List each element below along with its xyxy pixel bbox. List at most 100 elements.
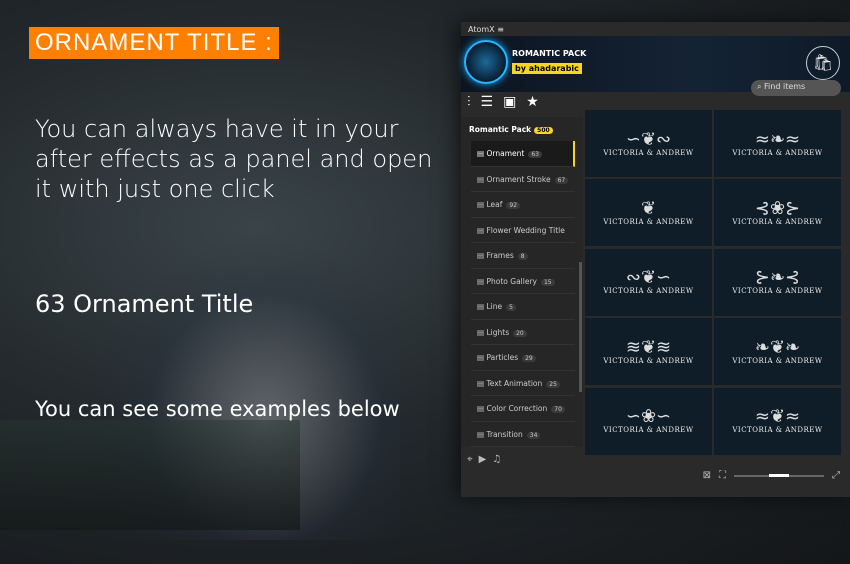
item-count: 67: [554, 176, 569, 184]
app-name: AtomX: [468, 25, 495, 34]
ornament-item[interactable]: ≋❦≋ VICTORIA & ANDREW: [585, 318, 712, 386]
item-count: 29: [522, 355, 536, 362]
sidebar-item-label: Color Correction: [486, 404, 548, 413]
atom-logo-icon: [464, 40, 508, 84]
sidebar-item[interactable]: ▤ Photo Gallery 15: [471, 269, 575, 294]
menu-icon[interactable]: ≡: [497, 25, 504, 34]
item-count: 63: [528, 151, 542, 158]
ornament-graphic: ≈❦≈: [754, 406, 801, 428]
item-text: VICTORIA & ANDREW: [732, 148, 823, 157]
ornament-graphic: ∽❦∾: [625, 128, 672, 150]
atomx-panel: AtomX ≡ ROMANTIC PACK by ahadarabic 🛍 ⌕ …: [461, 22, 850, 497]
target-icon[interactable]: ⌖: [467, 454, 473, 465]
category-sidebar: Romantic Pack 500 ▤ Ornament 63 ▤ Ornament …: [461, 117, 583, 447]
file-icon: ▤: [477, 174, 485, 184]
shop-bag-icon[interactable]: 🛍: [806, 46, 840, 80]
toolbar: ⫶ ☰ ▣ ★: [467, 94, 539, 110]
sidebar-item[interactable]: ▤ Leaf 92: [471, 192, 575, 218]
file-icon: ▤: [477, 302, 485, 311]
size-slider[interactable]: [734, 473, 824, 477]
item-text: VICTORIA & ANDREW: [732, 356, 823, 365]
item-count: 5: [506, 304, 516, 311]
ornament-item[interactable]: ∽❦∾ VICTORIA & ANDREW: [585, 110, 712, 177]
bottom-left-icons: ⌖ ▶ ♫: [467, 454, 501, 465]
item-text: VICTORIA & ANDREW: [603, 426, 694, 435]
file-icon: ▤: [477, 251, 485, 260]
description: You can always have it in your after eff…: [35, 115, 433, 203]
heading: ORNAMENT TITLE :: [29, 27, 279, 59]
ornament-graphic: ≋❦≋: [625, 336, 672, 358]
ornament-graphic: ∽❀∽: [625, 406, 672, 428]
sliders-icon[interactable]: ⫶: [467, 94, 471, 110]
sidebar-item[interactable]: ▤ Particles 29: [471, 345, 575, 371]
sidebar-item[interactable]: ▤ Color Correction 70: [471, 396, 575, 422]
item-count: 70: [551, 406, 565, 413]
sidebar-item-label: Transition: [486, 429, 523, 439]
ornament-graphic: ❦: [640, 197, 657, 219]
video-file-icon[interactable]: ▣: [503, 94, 516, 110]
ornament-item[interactable]: ≈❦≈ VICTORIA & ANDREW: [714, 387, 841, 455]
item-count: 20: [513, 329, 527, 337]
item-count: 34: [526, 431, 541, 439]
items-grid: ∽❦∾ VICTORIA & ANDREW ≈❧≈ VICTORIA & ANDREW…: [585, 110, 841, 455]
sidebar-item[interactable]: ▤ Ornament Stroke 67: [471, 167, 575, 192]
file-icon: ▤: [477, 149, 485, 158]
sidebar-header[interactable]: Romantic Pack 500: [461, 117, 583, 141]
sidebar-badge: 500: [534, 127, 553, 134]
expand-icon[interactable]: ⤢: [832, 470, 840, 481]
item-count: 15: [540, 278, 555, 286]
sidebar-header-label: Romantic Pack: [469, 125, 532, 134]
pack-title: ROMANTIC PACK: [512, 49, 587, 58]
sidebar-item-label: Frames: [486, 251, 514, 260]
sidebar-item[interactable]: ▤ Line 5: [471, 294, 575, 320]
sidebar-item-label: Flower Wedding Title: [486, 225, 565, 235]
item-count: 92: [506, 202, 521, 209]
file-icon: ▤: [477, 429, 485, 439]
play-icon[interactable]: ▶: [479, 454, 487, 465]
sidebar-scrollbar[interactable]: [579, 262, 582, 392]
item-text: VICTORIA & ANDREW: [732, 217, 823, 226]
sidebar-item[interactable]: ▤ Transition 34: [471, 422, 575, 447]
ornament-item[interactable]: ❦ VICTORIA & ANDREW: [585, 179, 712, 247]
ornament-item[interactable]: ∾❦∽ VICTORIA & ANDREW: [585, 248, 712, 316]
ornament-graphic: ≈❧≈: [754, 128, 801, 150]
file-icon: ▤: [477, 327, 485, 337]
file-icon: ▤: [477, 378, 485, 388]
item-text: VICTORIA & ANDREW: [732, 426, 823, 435]
sidebar-item[interactable]: ▤ Lights 20: [471, 320, 575, 345]
dock-photo: [0, 420, 300, 530]
item-text: VICTORIA & ANDREW: [603, 148, 694, 157]
ornament-item[interactable]: ⊰❀⊱ VICTORIA & ANDREW: [714, 179, 841, 247]
search-input[interactable]: ⌕ Find items: [751, 80, 841, 96]
ornament-graphic: ⊰❀⊱: [754, 197, 801, 219]
sidebar-item[interactable]: ▤ Text Animation 25: [471, 371, 575, 396]
sidebar-item[interactable]: ▤ Flower Wedding Title: [471, 218, 575, 243]
item-text: VICTORIA & ANDREW: [732, 287, 823, 296]
sidebar-item-label: Photo Gallery: [486, 276, 537, 286]
list-icon[interactable]: ☰: [481, 94, 494, 110]
ornament-item[interactable]: ❧❦❧ VICTORIA & ANDREW: [714, 318, 841, 386]
ornament-item[interactable]: ⊱❧⊰ VICTORIA & ANDREW: [714, 248, 841, 316]
item-count: 25: [546, 380, 560, 388]
examples-text: You can see some examples below: [35, 397, 400, 421]
sidebar-item[interactable]: ▤ Frames 8: [471, 243, 575, 269]
sidebar-item-label: Text Animation: [486, 378, 543, 388]
file-icon: ▤: [477, 225, 485, 235]
music-icon[interactable]: ♫: [492, 454, 501, 465]
sidebar-item-label: Line: [486, 302, 503, 311]
file-icon: ▤: [477, 404, 485, 413]
sidebar-item-label: Ornament Stroke: [486, 174, 551, 184]
ornament-graphic: ⊱❧⊰: [754, 267, 801, 289]
item-text: VICTORIA & ANDREW: [603, 356, 694, 365]
author-label: by ahadarabic: [512, 63, 582, 74]
item-count: 8: [517, 253, 528, 260]
sidebar-item[interactable]: ▤ Ornament 63: [471, 141, 575, 167]
shrink-icon[interactable]: ⊠: [703, 470, 711, 481]
ornament-item[interactable]: ∽❀∽ VICTORIA & ANDREW: [585, 387, 712, 455]
ornament-graphic: ∾❦∽: [625, 267, 672, 289]
item-text: VICTORIA & ANDREW: [603, 287, 694, 296]
star-icon[interactable]: ★: [526, 94, 539, 110]
fit-icon[interactable]: ⛶: [719, 470, 726, 481]
sidebar-item-label: Lights: [486, 327, 510, 337]
ornament-item[interactable]: ≈❧≈ VICTORIA & ANDREW: [714, 110, 841, 177]
